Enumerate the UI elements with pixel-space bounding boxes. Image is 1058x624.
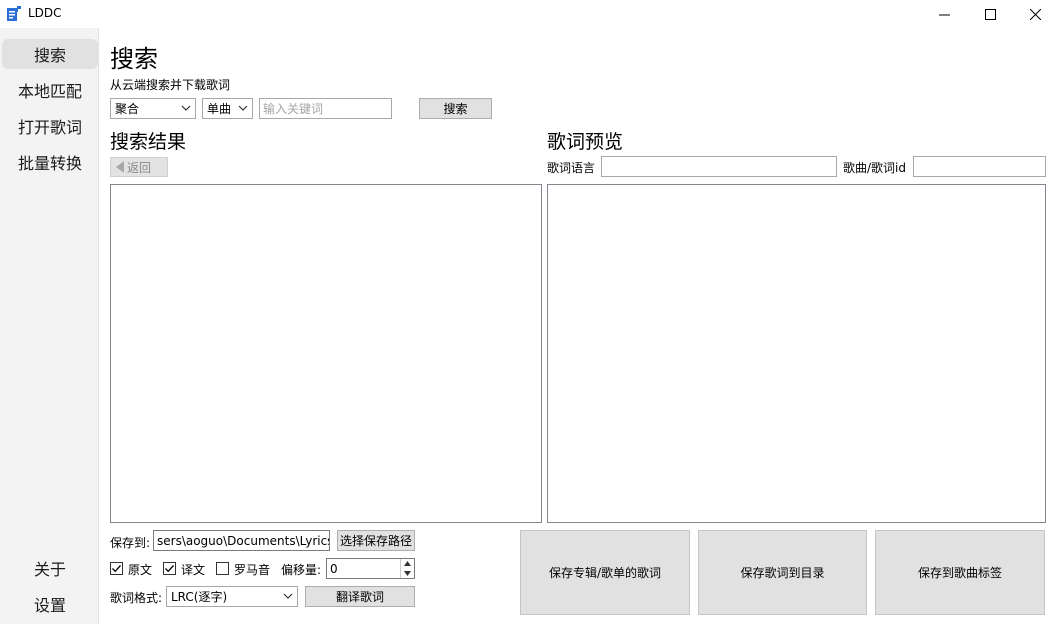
keyword-input[interactable]: 输入关键词 <box>259 98 392 119</box>
save-to-song-tag-button[interactable]: 保存到歌曲标签 <box>875 530 1045 615</box>
original-checkbox[interactable] <box>110 562 123 575</box>
chevron-down-icon <box>181 105 191 111</box>
sidebar-item-label: 打开歌词 <box>17 118 82 137</box>
save-path-value: sers\aoguo\Documents\Lyrics <box>157 533 330 548</box>
minimize-button[interactable] <box>921 0 967 28</box>
sidebar-item-settings[interactable]: 设置 <box>2 589 98 619</box>
source-select-value: 聚合 <box>115 102 140 116</box>
type-select[interactable]: 单曲 <box>202 98 253 119</box>
save-to-label: 保存到: <box>110 536 151 550</box>
results-title: 搜索结果 <box>110 131 187 153</box>
app-icon <box>7 6 21 21</box>
sidebar-item-batch-convert[interactable]: 批量转换 <box>2 147 98 177</box>
song-id-label: 歌曲/歌词id <box>843 161 906 175</box>
sidebar-item-label: 搜索 <box>33 46 66 65</box>
sidebar: 搜索 本地匹配 打开歌词 批量转换 关于 设置 <box>0 28 99 624</box>
offset-spinbox[interactable]: 0 <box>326 558 415 579</box>
sidebar-item-search[interactable]: 搜索 <box>2 39 98 69</box>
check-icon <box>165 565 174 573</box>
save-album-lyrics-button[interactable]: 保存专辑/歌单的歌词 <box>520 530 690 615</box>
source-select[interactable]: 聚合 <box>110 98 196 119</box>
sidebar-item-about[interactable]: 关于 <box>2 553 98 583</box>
page-subtitle: 从云端搜索并下载歌词 <box>110 78 231 92</box>
translation-label: 译文 <box>181 563 206 577</box>
original-label: 原文 <box>128 563 153 577</box>
maximize-icon <box>984 8 996 20</box>
sidebar-item-label: 批量转换 <box>17 154 82 173</box>
sidebar-item-open-lyrics[interactable]: 打开歌词 <box>2 111 98 141</box>
stepper-up-icon[interactable] <box>401 559 414 569</box>
maximize-button[interactable] <box>967 0 1013 28</box>
page-title: 搜索 <box>110 45 158 73</box>
sidebar-item-label: 关于 <box>33 560 66 579</box>
chevron-down-icon <box>238 105 248 111</box>
lyrics-format-label: 歌词格式: <box>110 591 163 605</box>
sidebar-item-local-match[interactable]: 本地匹配 <box>2 75 98 105</box>
keyword-placeholder: 输入关键词 <box>263 102 324 116</box>
stepper-down-icon[interactable] <box>401 569 414 579</box>
choose-path-button[interactable]: 选择保存路径 <box>337 530 415 551</box>
sidebar-item-label: 本地匹配 <box>17 82 82 101</box>
results-table[interactable] <box>110 184 542 523</box>
sidebar-item-label: 设置 <box>33 596 66 615</box>
romaji-checkbox[interactable] <box>216 562 229 575</box>
window-title: LDDC <box>28 6 62 20</box>
lyrics-preview-text[interactable] <box>547 184 1046 523</box>
back-button[interactable]: 返回 <box>110 157 168 177</box>
offset-stepper[interactable] <box>400 559 414 578</box>
type-select-value: 单曲 <box>207 102 232 116</box>
lyrics-language-field[interactable] <box>601 156 837 177</box>
offset-label: 偏移量: <box>281 563 322 577</box>
lyrics-language-label: 歌词语言 <box>547 161 596 175</box>
back-arrow-icon <box>116 161 124 173</box>
song-id-field[interactable] <box>913 156 1046 177</box>
lyrics-format-select[interactable]: LRC(逐字) <box>166 586 298 607</box>
search-button[interactable]: 搜索 <box>419 98 492 119</box>
preview-title: 歌词预览 <box>547 131 624 153</box>
check-icon <box>112 565 121 573</box>
lyrics-format-value: LRC(逐字) <box>171 590 228 604</box>
close-icon <box>1029 8 1041 20</box>
romaji-label: 罗马音 <box>234 563 271 577</box>
chevron-down-icon <box>283 593 293 599</box>
back-button-label: 返回 <box>127 160 152 175</box>
title-bar: LDDC <box>0 0 1058 28</box>
save-lyrics-to-dir-button[interactable]: 保存歌词到目录 <box>698 530 867 615</box>
translation-checkbox[interactable] <box>163 562 176 575</box>
save-path-input[interactable]: sers\aoguo\Documents\Lyrics <box>153 530 330 551</box>
close-button[interactable] <box>1012 0 1058 28</box>
minimize-icon <box>938 14 950 15</box>
offset-value: 0 <box>330 561 338 576</box>
translate-lyrics-button[interactable]: 翻译歌词 <box>305 586 415 607</box>
